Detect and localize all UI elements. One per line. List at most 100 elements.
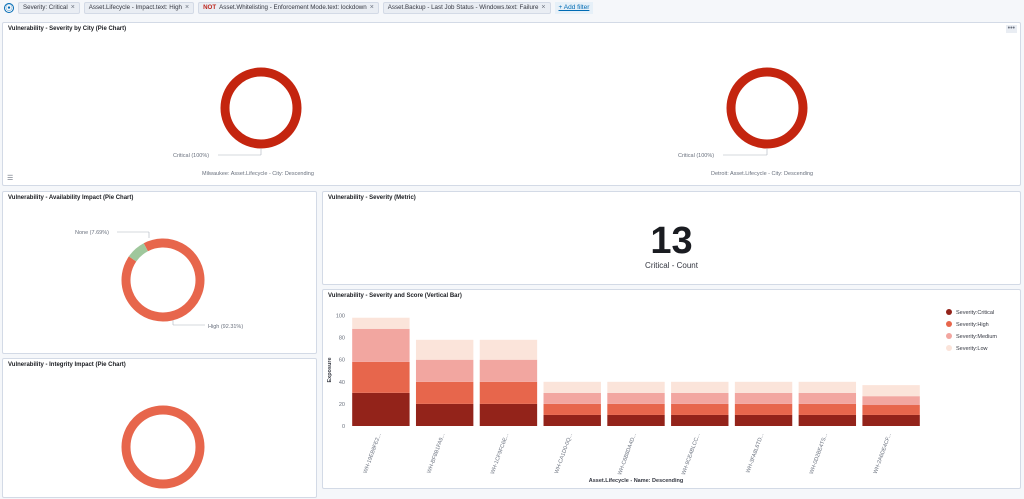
panel-severity-score-bar: Vulnerability - Severity and Score (Vert… [322,289,1021,489]
bar-segment[interactable] [415,381,474,404]
stacked-bar-chart: Exposure 0 20 40 60 80 100 WH-19EB8FE2... WH-BF8… [327,309,997,484]
bar-segment[interactable] [671,414,729,426]
x-tick-label: WH-1CF9FC6E... [490,432,511,475]
bar-segment[interactable] [607,381,665,393]
bar-segment[interactable] [734,403,793,415]
bar-segment[interactable] [479,339,538,360]
filter-pill-label: Asset.Whitelisting - Enforcement Mode.te… [219,4,367,11]
add-filter-button[interactable]: + Add filter [554,2,594,14]
bar-segment[interactable] [352,361,410,393]
pie-slice-critical-detroit[interactable] [726,67,808,149]
pie-slice-label: Critical (100%) [678,153,714,159]
bar-segment[interactable] [862,396,920,406]
pie-slice-high[interactable] [121,405,205,489]
x-tick-label: WH-3FA8L6TD... [745,432,765,474]
bar-segment[interactable] [543,414,601,426]
legend-item[interactable]: Severity:Medium [956,334,997,340]
bar-segment[interactable] [671,403,729,415]
filter-pill-impact[interactable]: Asset.Lifecycle - Impact.text: High × [83,2,195,14]
legend-swatch [946,333,952,339]
legend-item[interactable]: Severity:Low [956,346,988,352]
x-tick-label: WH-2A6DE4CF... [873,432,893,475]
bar-segment[interactable] [607,403,665,415]
bar-segment[interactable] [415,359,474,382]
metric-value: 13 [650,220,693,262]
filter-pill-label: Asset.Backup - Last Job Status - Windows… [387,4,539,11]
x-axis-label: Asset.Lifecycle - Name: Descending [589,478,683,484]
filter-menu-icon[interactable]: ⦿ [4,3,14,13]
panel-integrity-impact: Vulnerability - Integrity Impact (Pie Ch… [2,358,317,498]
bar-segment[interactable] [671,392,729,404]
bar-segment[interactable] [543,392,601,404]
bar-segment[interactable] [607,392,665,404]
pie-slice-label-high: High (92.31%) [208,324,243,330]
y-tick-label: 40 [339,380,345,386]
bar-segment[interactable] [352,328,410,362]
bar-segment[interactable] [479,403,538,426]
legend-swatch [946,345,952,351]
bar-segment[interactable] [862,405,920,415]
x-tick-label: WH-BF8B1FA9... [426,432,446,474]
y-tick-label: 80 [339,336,345,342]
x-tick-label: WH-9CE4BLCC... [681,432,702,476]
bar-segment[interactable] [862,385,920,397]
filter-bar: ⦿ Severity: Critical × Asset.Lifecycle -… [0,0,1024,16]
bar-segment[interactable] [798,403,857,415]
bar-segment[interactable] [607,414,665,426]
filter-pill-label: Asset.Lifecycle - Impact.text: High [88,4,182,11]
panel-severity-by-city: Vulnerability - Severity by City (Pie Ch… [2,22,1021,186]
legend-toggle-icon[interactable]: ☰ [7,174,13,182]
bar-segment[interactable] [671,381,729,393]
filter-pill-whitelisting[interactable]: NOT Asset.Whitelisting - Enforcement Mod… [198,2,379,14]
y-tick-label: 100 [336,314,345,320]
bar-segment[interactable] [479,359,538,382]
bar-segment[interactable] [862,414,920,426]
bar-segment[interactable] [415,403,474,426]
filter-pill-severity[interactable]: Severity: Critical × [18,2,80,14]
filter-pill-label: Severity: Critical [23,4,68,11]
bar-segment[interactable] [479,381,538,404]
x-tick-label: WH-C6B8DA4D... [617,432,638,476]
integrity-pie-chart [121,405,205,489]
metric-label: Critical - Count [645,261,698,270]
bar-segment[interactable] [798,381,857,393]
bar-segment[interactable] [415,339,474,360]
legend-swatch [946,309,952,315]
legend-swatch [946,321,952,327]
bar-segment[interactable] [734,381,793,393]
legend-item[interactable]: Severity:Critical [956,310,994,316]
bar-segment[interactable] [352,317,410,329]
city-pie-charts: Critical (100%) Milwaukee: Asset.Lifecyc… [173,67,813,177]
y-axis-label: Exposure [327,357,333,382]
availability-pie-chart: None (7.69%) High (92.31%) [75,230,243,330]
pie-chart-caption: Detroit: Asset.Lifecycle - City: Descend… [711,171,813,177]
bar-segment[interactable] [543,403,601,415]
pie-slice-label-none: None (7.69%) [75,230,109,236]
filter-negate-badge: NOT [203,4,217,11]
y-tick-label: 20 [339,402,345,408]
filter-pill-backup[interactable]: Asset.Backup - Last Job Status - Windows… [382,2,551,14]
bar-segment[interactable] [798,414,857,426]
close-icon[interactable]: × [185,3,189,13]
bar-segment[interactable] [798,392,857,404]
pie-chart-caption: Milwaukee: Asset.Lifecycle - City: Desce… [202,171,314,177]
bar-segment[interactable] [734,414,793,426]
pie-slice-none[interactable] [128,243,149,262]
panel-severity-metric: Vulnerability - Severity (Metric) 13 Cri… [322,191,1021,285]
y-tick-label: 60 [339,358,345,364]
close-icon[interactable]: × [71,3,75,13]
bar-segment[interactable] [543,381,601,393]
y-tick-label: 0 [342,424,345,430]
panel-title: Vulnerability - Severity (Metric) [328,195,416,201]
close-icon[interactable]: × [541,3,545,13]
legend-item[interactable]: Severity:High [956,322,989,328]
panel-availability-impact: Vulnerability - Availability Impact (Pie… [2,191,317,354]
x-tick-label: WH-0D2BE4TS... [809,432,830,475]
close-icon[interactable]: × [370,3,374,13]
x-tick-label: WH-19EB8FE2... [363,432,383,474]
bar-segment[interactable] [352,392,410,426]
bar-segment[interactable] [734,392,793,404]
pie-slice-label: Critical (100%) [173,153,209,159]
pie-slice-critical-milwaukee[interactable] [220,67,302,149]
x-tick-label: WH-CA1D0-0Q... [554,432,574,474]
